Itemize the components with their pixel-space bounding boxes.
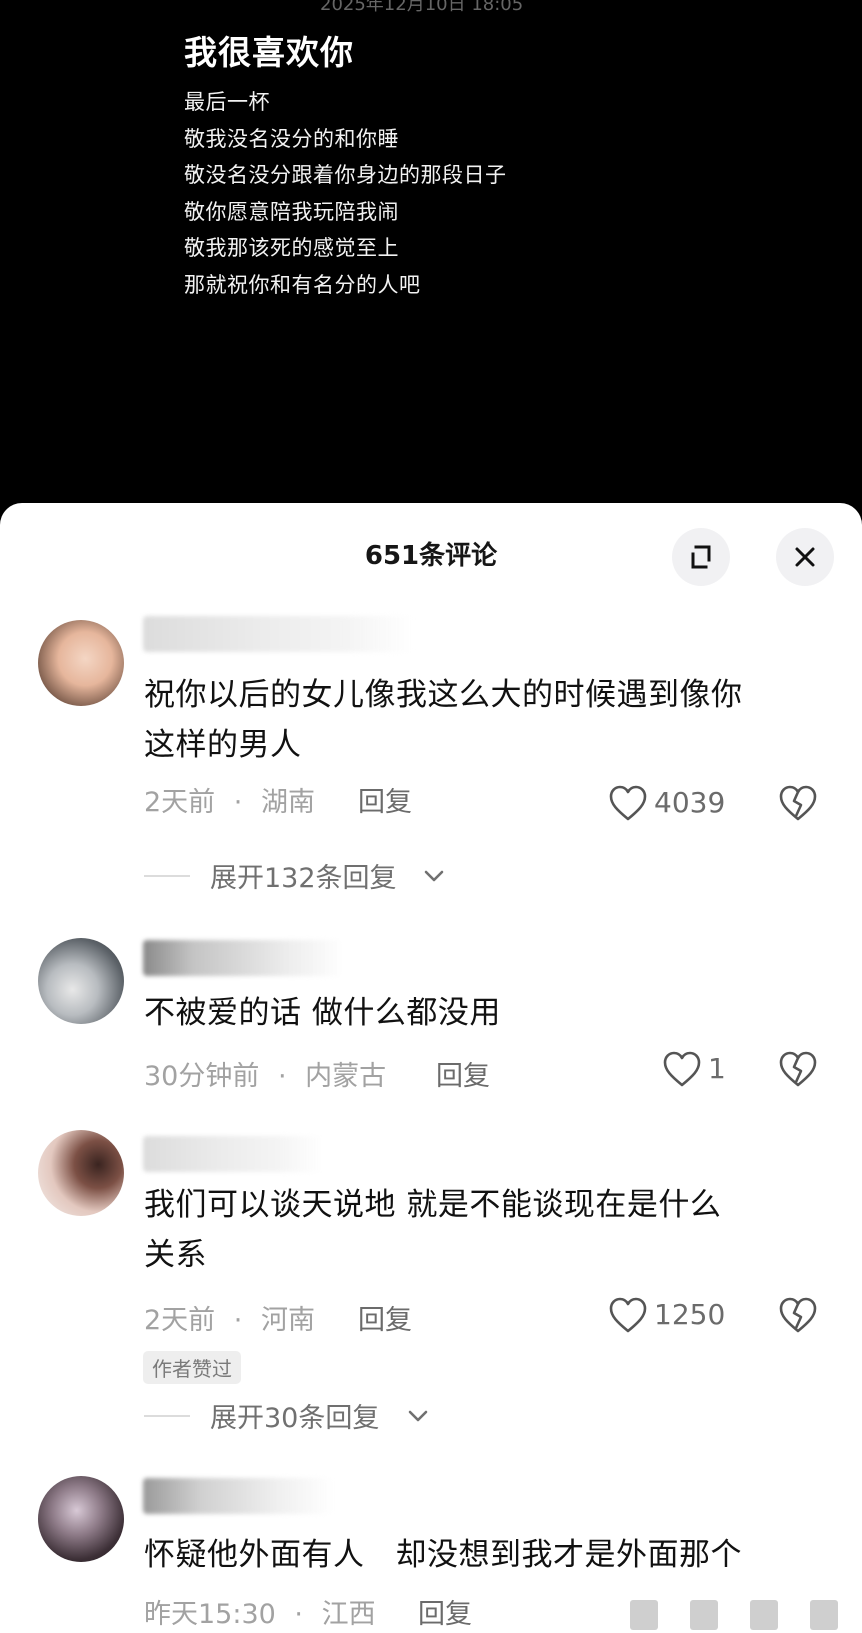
like-count: 1 <box>708 1052 726 1085</box>
author-liked-badge: 作者赞过 <box>143 1351 241 1384</box>
comment-text: 我们可以谈天说地 就是不能谈现在是什么 关系 <box>144 1180 834 1280</box>
avatar[interactable] <box>38 620 124 706</box>
broken-heart-icon[interactable] <box>778 1296 818 1334</box>
comment-text: 不被爱的话 做什么都没用 <box>144 988 834 1038</box>
comment-text-line: 这样的男人 <box>144 727 302 763</box>
close-sheet-button[interactable] <box>776 528 834 586</box>
expand-replies-label: 展开30条回复 <box>210 1403 380 1434</box>
broken-heart-icon[interactable] <box>778 784 818 822</box>
post-title: 我很喜欢你 <box>184 33 354 72</box>
post-date: 2025年12月10日 18:05 <box>320 0 524 15</box>
meta-separator: · <box>233 787 243 818</box>
more-dots-icon <box>630 1600 838 1630</box>
reply-button[interactable]: 回复 <box>358 780 412 819</box>
like-button[interactable]: 1 <box>662 1050 742 1090</box>
comment-location: 湖南 <box>260 787 315 818</box>
comment-location: 河南 <box>260 1305 315 1336</box>
reply-button[interactable]: 回复 <box>436 1054 490 1093</box>
meta-separator: · <box>294 1599 303 1630</box>
comment-time: 2天前 <box>144 1305 216 1336</box>
comment-meta: 昨天15:30 · 江西 <box>144 1592 376 1631</box>
comment-text: 怀疑他外面有人 却没想到我才是外面那个 <box>144 1530 834 1580</box>
username-redacted[interactable] <box>143 616 413 652</box>
like-button[interactable]: 1250 <box>608 1296 728 1336</box>
comment-meta: 2天前 · 河南 <box>144 1298 315 1337</box>
username-redacted[interactable] <box>143 940 343 976</box>
post-line: 最后一杯 <box>184 90 270 114</box>
comment-time: 2天前 <box>144 787 216 818</box>
avatar[interactable] <box>38 938 124 1024</box>
post-lyrics: 最后一杯 敬我没名没分的和你睡 敬没名没分跟着你身边的那段日子 敬你愿意陪我玩陪… <box>184 84 507 303</box>
expand-icon <box>691 545 711 569</box>
comment-text-line: 祝你以后的女儿像我这么大的时候遇到像你 <box>144 677 743 713</box>
post-line: 敬没名没分跟着你身边的那段日子 <box>184 163 507 187</box>
close-icon <box>795 547 815 567</box>
expand-replies-button[interactable]: 展开30条回复 <box>144 1396 444 1436</box>
broken-heart-icon[interactable] <box>778 1050 818 1088</box>
expand-divider <box>144 1415 190 1417</box>
like-button[interactable]: 4039 <box>608 784 728 824</box>
expand-sheet-button[interactable] <box>672 528 730 586</box>
avatar[interactable] <box>38 1476 124 1562</box>
username-redacted[interactable] <box>143 1478 333 1514</box>
comment-location: 内蒙古 <box>305 1061 387 1092</box>
post-line: 那就祝你和有名分的人吧 <box>184 272 421 297</box>
comment-time: 30分钟前 <box>144 1061 260 1092</box>
comment-text-line: 我们可以谈天说地 就是不能谈现在是什么 <box>144 1187 722 1223</box>
comment-text: 祝你以后的女儿像我这么大的时候遇到像你 这样的男人 <box>144 670 834 770</box>
chevron-down-icon <box>424 870 444 882</box>
meta-separator: · <box>277 1061 287 1092</box>
avatar[interactable] <box>38 1130 124 1216</box>
expand-replies-label: 展开132条回复 <box>210 863 397 894</box>
comment-meta: 2天前 · 湖南 <box>144 780 315 819</box>
like-count: 1250 <box>654 1298 726 1331</box>
meta-separator: · <box>233 1305 243 1336</box>
expand-divider <box>144 875 190 877</box>
comment-time: 昨天15:30 <box>144 1599 276 1630</box>
comment-location: 江西 <box>321 1599 376 1630</box>
comment-meta: 30分钟前 · 内蒙古 <box>144 1054 386 1093</box>
comment-text-line: 不被爱的话 做什么都没用 <box>144 995 501 1031</box>
post-line: 敬我那该死的感觉至上 <box>184 236 399 260</box>
comment-text-line: 关系 <box>144 1237 207 1273</box>
post-line: 敬我没名没分的和你睡 <box>184 126 399 151</box>
comment-text-line: 怀疑他外面有人 却没想到我才是外面那个 <box>144 1537 743 1573</box>
expand-replies-button[interactable]: 展开132条回复 <box>144 856 464 896</box>
heart-icon <box>609 1297 647 1333</box>
comments-count-title: 651条评论 <box>364 541 498 571</box>
like-count: 4039 <box>654 786 726 819</box>
heart-icon <box>609 785 647 821</box>
username-redacted[interactable] <box>143 1136 323 1172</box>
reply-button[interactable]: 回复 <box>418 1592 472 1631</box>
heart-icon <box>663 1051 701 1087</box>
chevron-down-icon <box>408 1410 428 1422</box>
post-line: 敬你愿意陪我玩陪我闹 <box>184 199 399 224</box>
reply-button[interactable]: 回复 <box>358 1298 412 1337</box>
